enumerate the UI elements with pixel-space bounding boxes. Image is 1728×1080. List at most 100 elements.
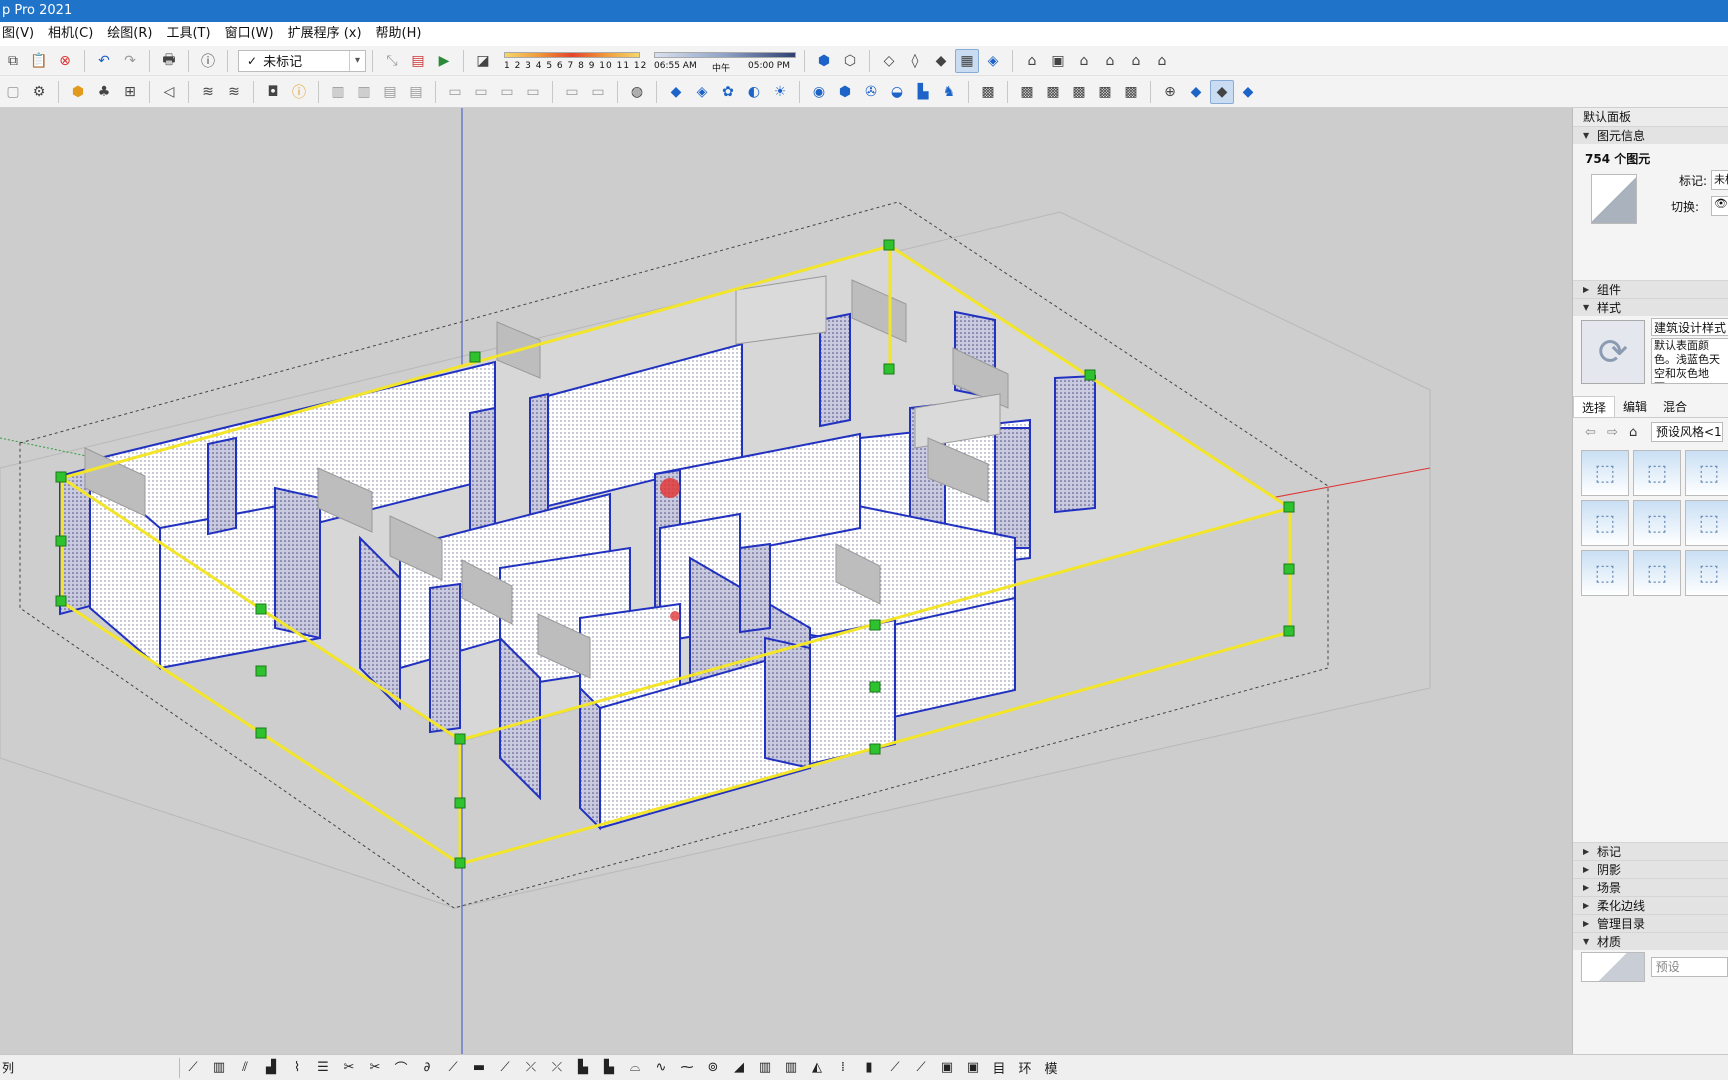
group-icon[interactable]: ▩ — [1015, 80, 1039, 104]
tool-icon[interactable]: ◭ — [807, 1058, 827, 1078]
xray-icon[interactable]: ⬢ — [812, 49, 836, 73]
material-thumbnail[interactable] — [1581, 952, 1645, 982]
tool-icon[interactable]: 模 — [1041, 1058, 1061, 1078]
plugin-tool-icon[interactable]: ▭ — [521, 80, 545, 104]
shadow-time-slider[interactable]: 06:55 AM 中午 05:00 PM — [652, 48, 798, 74]
tool-icon[interactable]: ▥ — [781, 1058, 801, 1078]
tool-icon[interactable]: ⌇ — [287, 1058, 307, 1078]
group-icon[interactable]: ▩ — [1093, 80, 1117, 104]
tool-icon[interactable]: ▣ — [963, 1058, 983, 1078]
viewport-canvas[interactable] — [0, 108, 1572, 1054]
section-cut-icon[interactable]: ◆ — [1236, 80, 1260, 104]
menu-draw[interactable]: 绘图(R) — [105, 22, 164, 46]
back-arrow-icon[interactable]: ⇦ — [1585, 425, 1607, 440]
style-description-field[interactable]: 默认表面颜色。浅蓝色天空和灰色地面。 — [1651, 338, 1728, 384]
plugin-tool-icon[interactable]: ▤ — [378, 80, 402, 104]
render-settings-icon[interactable]: ⬢ — [833, 80, 857, 104]
scenes-header[interactable]: ▶ 场景 — [1573, 878, 1728, 896]
plugin-tool-icon[interactable]: ▭ — [469, 80, 493, 104]
delete-icon[interactable]: ⊗ — [53, 49, 77, 73]
components-header[interactable]: ▶ 组件 — [1573, 280, 1728, 298]
tool-icon[interactable]: 环 — [1015, 1058, 1035, 1078]
style-library-select[interactable]: 预设风格<1 — [1651, 422, 1723, 442]
tool-icon[interactable]: ▣ — [937, 1058, 957, 1078]
iso-view-icon[interactable]: ⌂ — [1020, 49, 1044, 73]
plugin-tool-icon[interactable]: ▭ — [586, 80, 610, 104]
tag-field[interactable]: 未标 — [1711, 170, 1728, 190]
tool-icon[interactable]: ⌒ — [391, 1058, 411, 1078]
material-name-input[interactable]: 预设 — [1650, 957, 1728, 977]
menu-help[interactable]: 帮助(H) — [374, 22, 434, 46]
style-thumbnail[interactable]: ⬚ — [1633, 550, 1681, 596]
tool-icon[interactable]: ▥ — [755, 1058, 775, 1078]
tool-icon[interactable]: ✂ — [339, 1058, 359, 1078]
tool-icon[interactable]: 目 — [989, 1058, 1009, 1078]
tool-icon[interactable]: ▙ — [599, 1058, 619, 1078]
copy-icon[interactable]: ⧉ — [1, 49, 25, 73]
style-thumbnail[interactable]: ⬚ — [1581, 450, 1629, 496]
group-icon[interactable]: ▩ — [976, 80, 1000, 104]
globe-icon[interactable]: ◍ — [625, 80, 649, 104]
wireframe-icon[interactable]: ◇ — [877, 49, 901, 73]
style-thumbnail[interactable]: ⬚ — [1633, 450, 1681, 496]
paste-icon[interactable]: 📋 — [27, 49, 51, 73]
shadow-toggle-icon[interactable]: ◪ — [471, 49, 495, 73]
section-plane-icon[interactable]: ◆ — [1184, 80, 1208, 104]
plugin-tool-icon[interactable]: ▭ — [495, 80, 519, 104]
plugin-tool-icon[interactable]: ⬢ — [66, 80, 90, 104]
print-icon[interactable]: 🖶 — [157, 49, 181, 73]
shadow-month-slider[interactable]: 1 2 3 4 5 6 7 8 9 10 11 12 — [500, 48, 646, 74]
monochrome-icon[interactable]: ◈ — [981, 49, 1005, 73]
styles-header[interactable]: ▼ 样式 — [1573, 298, 1728, 316]
render-settings-icon[interactable]: ✇ — [859, 80, 883, 104]
style-thumbnail[interactable]: ⬚ — [1685, 500, 1728, 546]
plugin-tool-icon[interactable]: ▤ — [404, 80, 428, 104]
group-icon[interactable]: ▩ — [1119, 80, 1143, 104]
tool-icon[interactable]: ⁞ — [833, 1058, 853, 1078]
tool-icon[interactable]: ⟋ — [495, 1058, 515, 1078]
home-icon[interactable]: ⌂ — [1629, 425, 1651, 440]
shadows-header[interactable]: ▶ 阴影 — [1573, 860, 1728, 878]
style-thumbnail[interactable]: ⬚ — [1581, 500, 1629, 546]
tool-icon[interactable]: ✂ — [365, 1058, 385, 1078]
plugin-tool-icon[interactable]: ◁ — [157, 80, 181, 104]
menu-view[interactable]: 图(V) — [0, 22, 46, 46]
tool-icon[interactable]: ▙ — [573, 1058, 593, 1078]
shaded-icon[interactable]: ◆ — [929, 49, 953, 73]
style-thumbnail[interactable]: ⬚ — [1633, 500, 1681, 546]
plugin-tool-icon[interactable]: ≋ — [196, 80, 220, 104]
tool-icon[interactable]: ▬ — [469, 1058, 489, 1078]
style-thumbnail[interactable]: ⬚ — [1581, 550, 1629, 596]
tool-icon[interactable]: ⟋ — [911, 1058, 931, 1078]
light-icon[interactable]: ☀ — [768, 80, 792, 104]
plugin-tool-icon[interactable]: ♣ — [92, 80, 116, 104]
render-settings-icon[interactable]: ◒ — [885, 80, 909, 104]
tag-paint-icon[interactable]: ⤡ — [380, 49, 404, 73]
style-name-field[interactable]: 建筑设计样式 — [1651, 318, 1728, 336]
tool-icon[interactable]: ▟ — [261, 1058, 281, 1078]
tool-icon[interactable]: ⌓ — [625, 1058, 645, 1078]
menu-extensions[interactable]: 扩展程序 (x) — [286, 22, 374, 46]
menu-camera[interactable]: 相机(C) — [46, 22, 105, 46]
right-view-icon[interactable]: ⌂ — [1098, 49, 1122, 73]
render-icon[interactable]: ◈ — [690, 80, 714, 104]
soften-edges-header[interactable]: ▶ 柔化边线 — [1573, 896, 1728, 914]
group-icon[interactable]: ▩ — [1041, 80, 1065, 104]
tab-edit[interactable]: 编辑 — [1615, 396, 1655, 417]
plugin-tool-icon[interactable]: ▢ — [1, 80, 25, 104]
render-settings-icon[interactable]: ◉ — [807, 80, 831, 104]
shaded-textures-icon[interactable]: ▦ — [955, 48, 979, 73]
tool-icon[interactable]: ⟋ — [183, 1058, 203, 1078]
tab-mix[interactable]: 混合 — [1655, 396, 1695, 417]
plugin-tool-icon[interactable]: ▥ — [352, 80, 376, 104]
render-icon[interactable]: ◐ — [742, 80, 766, 104]
undo-icon[interactable]: ↶ — [92, 49, 116, 73]
menu-tools[interactable]: 工具(T) — [164, 22, 222, 46]
tool-icon[interactable]: ⫽ — [235, 1058, 255, 1078]
tag-select[interactable]: ✓ 未标记 ▾ — [238, 49, 366, 72]
tool-icon[interactable]: ⤫ — [547, 1058, 567, 1078]
top-view-icon[interactable]: ▣ — [1046, 49, 1070, 73]
render-icon[interactable]: ✿ — [716, 80, 740, 104]
group-icon[interactable]: ▩ — [1067, 80, 1091, 104]
plugin-tool-icon[interactable]: ▭ — [443, 80, 467, 104]
